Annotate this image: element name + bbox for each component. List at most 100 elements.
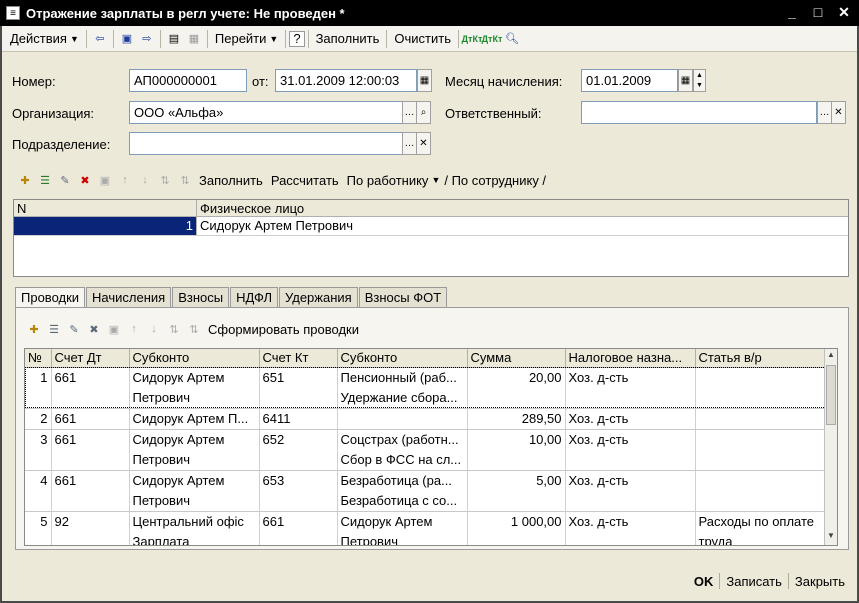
column-header[interactable]: Налоговое назна...: [565, 349, 696, 368]
column-header[interactable]: Сумма: [467, 349, 566, 368]
credit-subconto-cell[interactable]: [337, 408, 468, 430]
debit-account-cell[interactable]: 92: [51, 511, 130, 545]
minimize-button[interactable]: _: [783, 3, 801, 21]
edit-row-icon[interactable]: ✎: [66, 321, 82, 337]
number-field[interactable]: АП000000001: [129, 69, 247, 92]
column-header[interactable]: Субконто: [129, 349, 260, 368]
column-header[interactable]: N: [14, 200, 197, 216]
expense-item-cell[interactable]: [695, 429, 827, 471]
scroll-up-icon[interactable]: ▲: [825, 350, 837, 363]
move-up-icon[interactable]: ↑: [117, 172, 133, 188]
search-icon[interactable]: 🔍︎: [504, 31, 520, 47]
post-icon[interactable]: ▣: [119, 31, 135, 47]
save-button[interactable]: Записать: [720, 574, 788, 589]
amount-cell[interactable]: 289,50: [467, 408, 566, 430]
credit-account-cell[interactable]: 6411: [259, 408, 338, 430]
debit-account-cell[interactable]: 661: [51, 408, 130, 430]
tab-ndfl[interactable]: НДФЛ: [230, 287, 278, 309]
table-row[interactable]: 2 661 Сидорук Артем П... 6411 289,50 Хоз…: [25, 408, 827, 430]
column-header[interactable]: Статья в/р: [695, 349, 827, 368]
add-row-icon[interactable]: ✚: [17, 172, 33, 188]
by-employee-button[interactable]: / По сотруднику /: [444, 169, 550, 191]
select-ellipsis-icon[interactable]: …: [402, 132, 417, 155]
open-search-icon[interactable]: ⌕: [416, 101, 431, 124]
tax-purpose-cell[interactable]: Хоз. д-сть: [565, 429, 696, 471]
debit-subconto-cell[interactable]: Сидорук Артем Петрович: [129, 429, 260, 471]
edit-row-icon[interactable]: ✎: [57, 172, 73, 188]
up-arrow-icon[interactable]: ▲: [696, 72, 703, 79]
copy-row-icon[interactable]: ☰: [37, 172, 53, 188]
close-window-button[interactable]: ✕: [835, 3, 853, 21]
column-header[interactable]: Счет Дт: [51, 349, 130, 368]
tab-payroll-contributions[interactable]: Взносы ФОТ: [358, 287, 448, 309]
column-header[interactable]: Физическое лицо: [197, 200, 848, 216]
debit-account-cell[interactable]: 661: [51, 429, 130, 471]
debit-subconto-cell[interactable]: Сидорук Артем Петрович: [129, 367, 260, 409]
calculate-button[interactable]: Рассчитать: [267, 169, 343, 191]
end-edit-icon[interactable]: ▣: [97, 172, 113, 188]
sort-asc-icon[interactable]: ⇅: [157, 172, 173, 188]
amount-cell[interactable]: 10,00: [467, 429, 566, 471]
help-button[interactable]: ?: [289, 30, 305, 47]
expense-item-cell[interactable]: Расходы по оплате труда: [695, 511, 827, 545]
expense-item-cell[interactable]: [695, 408, 827, 430]
column-header[interactable]: Счет Кт: [259, 349, 338, 368]
tab-postings[interactable]: Проводки: [15, 287, 86, 309]
end-edit-icon[interactable]: ▣: [106, 321, 122, 337]
tax-purpose-cell[interactable]: Хоз. д-сть: [565, 470, 696, 512]
amount-cell[interactable]: 5,00: [467, 470, 566, 512]
tax-purpose-cell[interactable]: Хоз. д-сть: [565, 408, 696, 430]
credit-subconto-cell[interactable]: Безработица (ра... Безработица с со...: [337, 470, 468, 512]
maximize-button[interactable]: □: [809, 3, 827, 21]
close-button[interactable]: Закрыть: [789, 574, 851, 589]
down-arrow-icon[interactable]: ▼: [696, 82, 703, 89]
expense-item-cell[interactable]: [695, 470, 827, 512]
vertical-scrollbar[interactable]: ▲ ▼: [824, 349, 837, 545]
tab-accruals[interactable]: Начисления: [86, 287, 172, 309]
debit-subconto-cell[interactable]: Сидорук Артем П...: [129, 408, 260, 430]
calendar-icon[interactable]: ▦: [417, 69, 432, 92]
clear-icon[interactable]: ✕: [831, 101, 846, 124]
form-postings-button[interactable]: Сформировать проводки: [204, 318, 363, 340]
sort-desc-icon[interactable]: ⇅: [177, 172, 193, 188]
move-up-icon[interactable]: ↑: [126, 321, 142, 337]
credit-subconto-cell[interactable]: Сидорук Артем Петрович: [337, 511, 468, 545]
dt-kt-movements-icon[interactable]: ДтКт: [482, 31, 503, 47]
back-icon[interactable]: ⇦: [92, 31, 108, 47]
credit-account-cell[interactable]: 652: [259, 429, 338, 471]
organization-field[interactable]: ООО «Альфа»: [129, 101, 403, 124]
responsible-field[interactable]: [581, 101, 817, 124]
amount-cell[interactable]: 1 000,00: [467, 511, 566, 545]
delete-row-icon[interactable]: ✖: [86, 321, 102, 337]
debit-subconto-cell[interactable]: Сидорук Артем Петрович: [129, 470, 260, 512]
select-ellipsis-icon[interactable]: …: [402, 101, 417, 124]
tax-purpose-cell[interactable]: Хоз. д-сть: [565, 367, 696, 409]
column-header[interactable]: №: [25, 349, 52, 368]
date-field[interactable]: 31.01.2009 12:00:03: [275, 69, 417, 92]
sort-desc-icon[interactable]: ⇅: [186, 321, 202, 337]
table-row[interactable]: 1 Сидорук Артем Петрович: [14, 217, 848, 236]
sort-asc-icon[interactable]: ⇅: [166, 321, 182, 337]
month-field[interactable]: 01.01.2009: [581, 69, 678, 92]
delete-row-icon[interactable]: ✖: [77, 172, 93, 188]
scroll-down-icon[interactable]: ▼: [825, 531, 837, 544]
credit-account-cell[interactable]: 661: [259, 511, 338, 545]
print-icon[interactable]: ▤: [166, 31, 182, 47]
department-field[interactable]: [129, 132, 403, 155]
copy-icon[interactable]: ▦: [186, 31, 202, 47]
add-row-icon[interactable]: ✚: [26, 321, 42, 337]
person-cell[interactable]: Сидорук Артем Петрович: [197, 217, 848, 235]
table-row[interactable]: 4 661 Сидорук Артем Петрович 653 Безработ…: [25, 470, 827, 512]
table-row[interactable]: 1 661 Сидорук Артем Петрович 651 Пенсионн…: [25, 367, 827, 409]
tab-contributions[interactable]: Взносы: [172, 287, 230, 309]
emp-fill-button[interactable]: Заполнить: [195, 169, 267, 191]
move-down-icon[interactable]: ↓: [146, 321, 162, 337]
tax-purpose-cell[interactable]: Хоз. д-сть: [565, 511, 696, 545]
credit-account-cell[interactable]: 653: [259, 470, 338, 512]
clear-icon[interactable]: ✕: [416, 132, 431, 155]
dt-kt-icon[interactable]: ДтКт: [462, 31, 483, 47]
column-header[interactable]: Субконто: [337, 349, 468, 368]
tab-deductions[interactable]: Удержания: [279, 287, 358, 309]
fill-button[interactable]: Заполнить: [312, 28, 384, 50]
scroll-thumb[interactable]: [826, 365, 836, 425]
